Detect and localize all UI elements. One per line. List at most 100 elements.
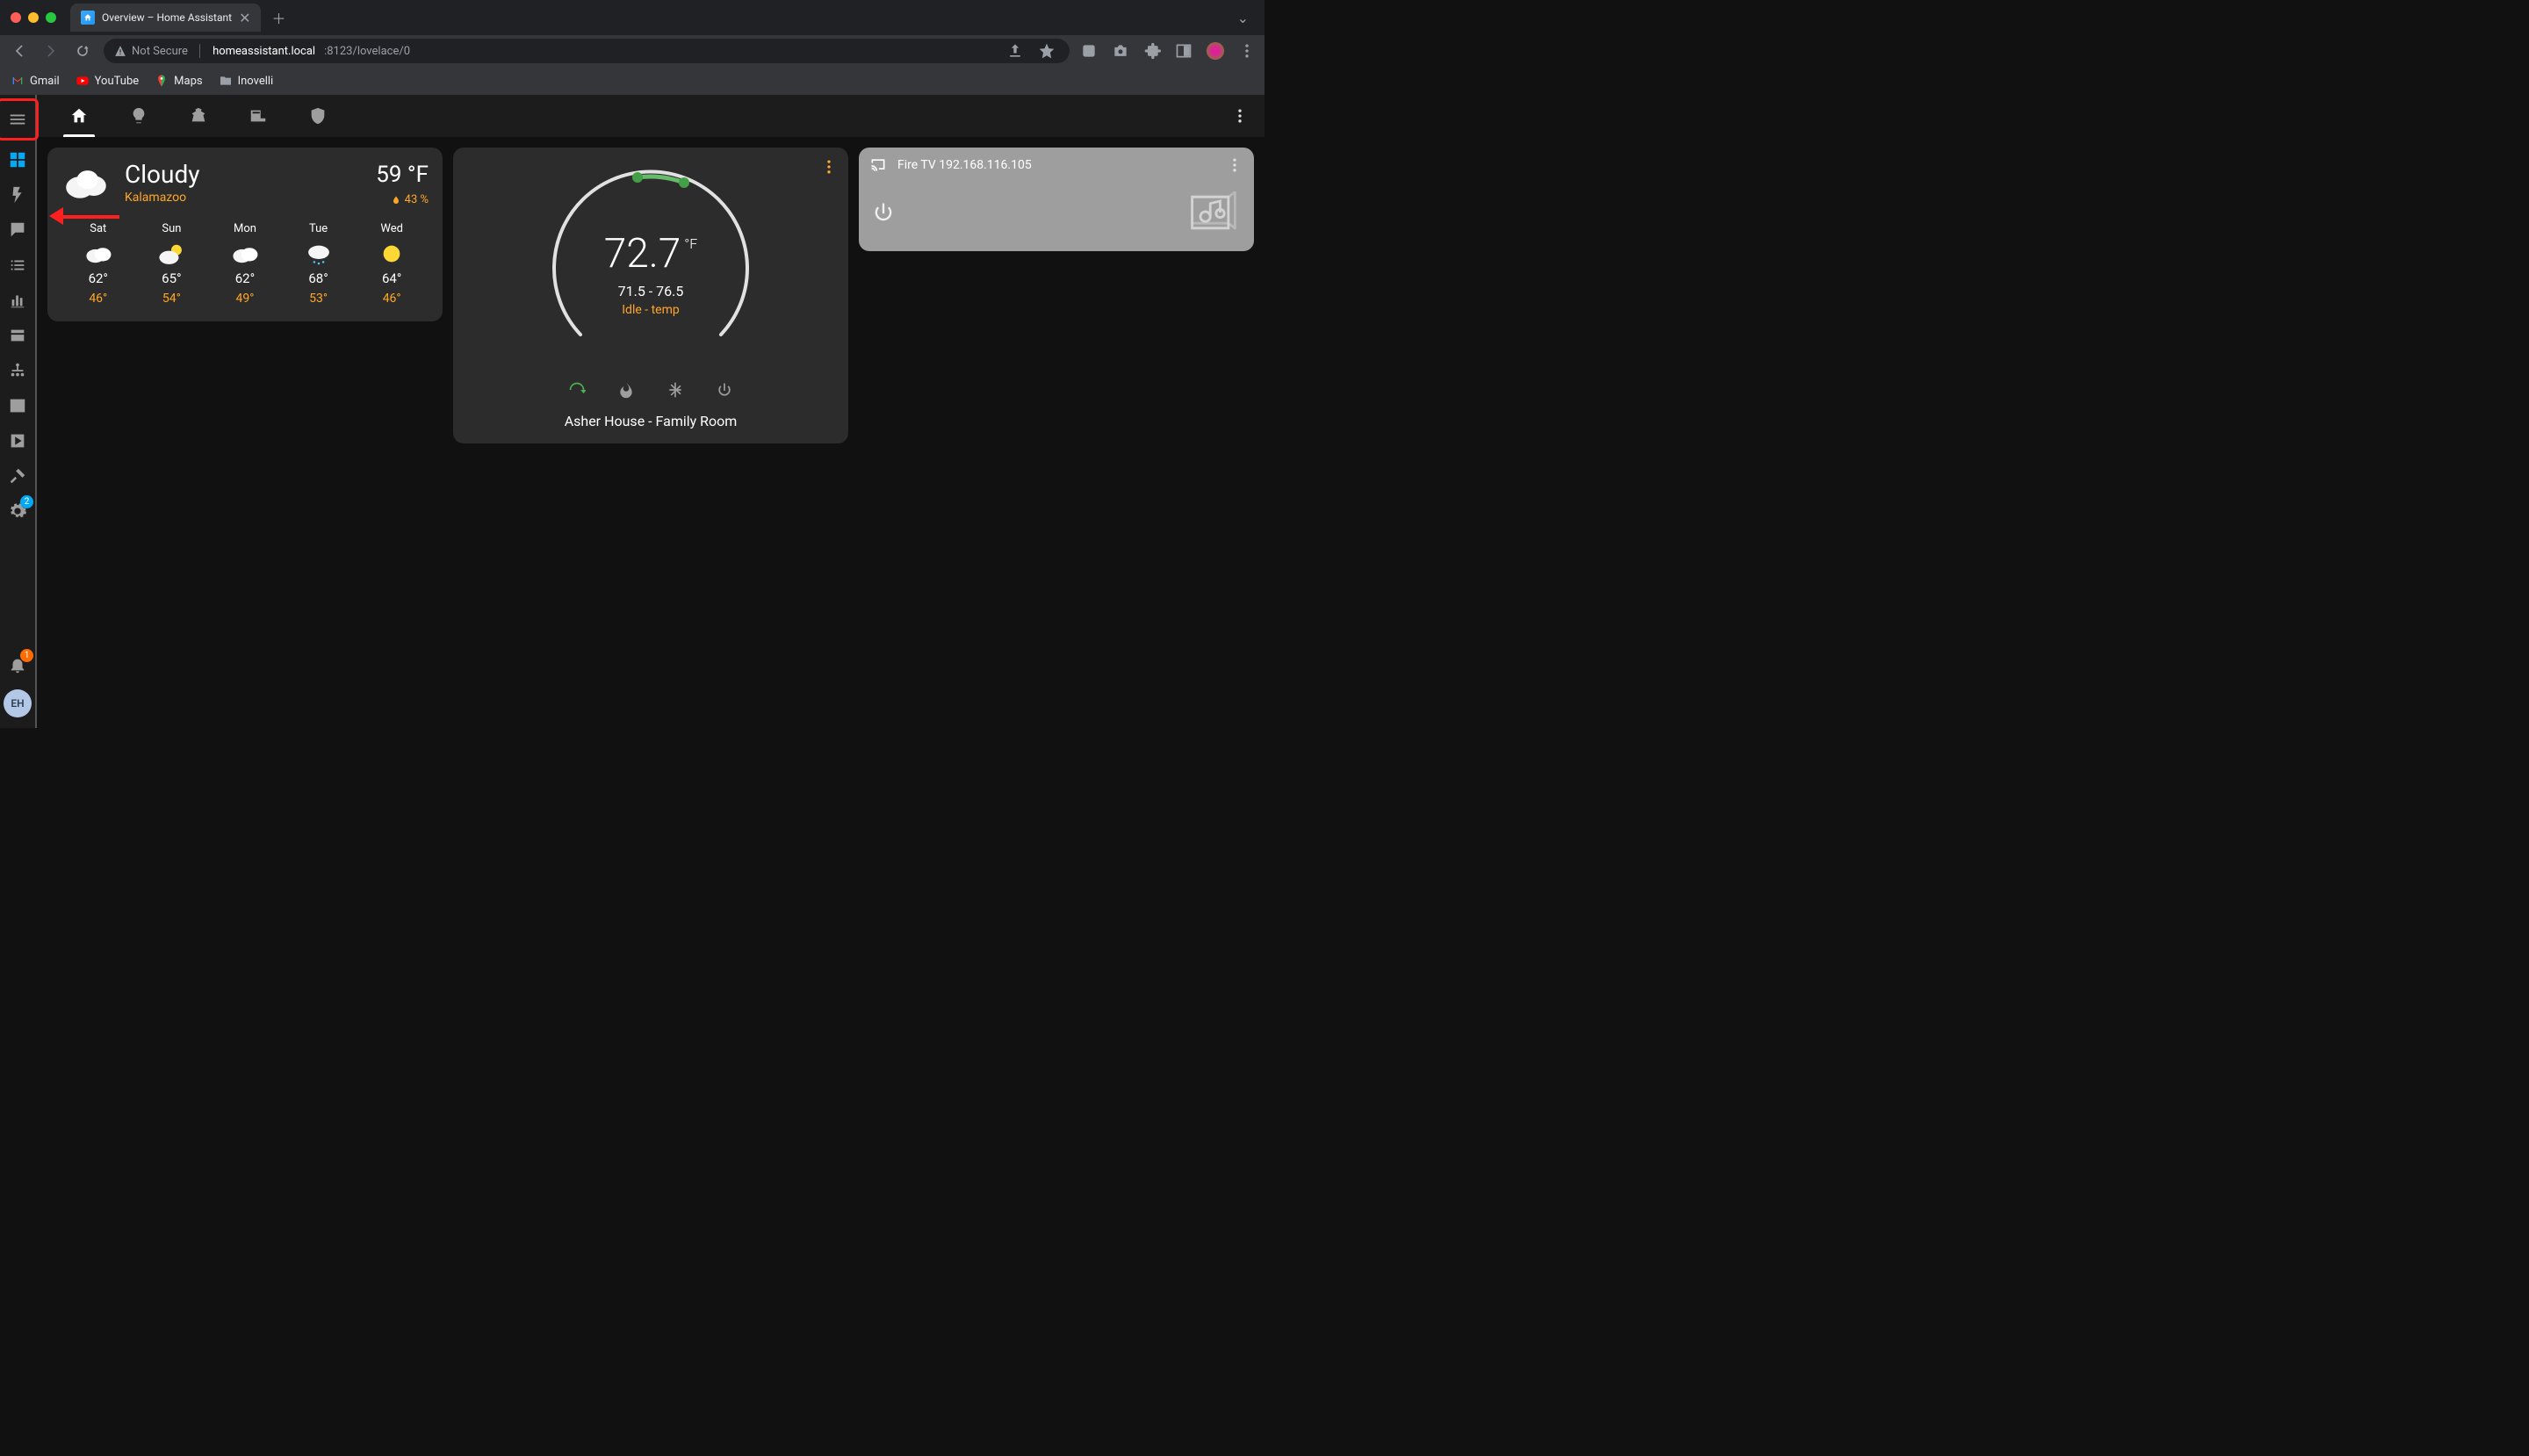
browser-toolbar: Not Secure │ homeassistant.local :8123/lo… [0, 35, 1264, 67]
weather-humidity: 43 % [376, 193, 429, 206]
thermostat-name: Asher House - Family Room [467, 413, 834, 429]
setpoint-high-handle [679, 177, 689, 188]
extensions-icon[interactable] [1143, 42, 1161, 60]
tab-lights[interactable] [118, 95, 160, 137]
not-secure-icon: Not Secure [114, 45, 188, 58]
forward-button[interactable] [40, 40, 61, 61]
forecast-day: Sun 65° 54° [135, 222, 209, 306]
sidebar-item-overview[interactable] [0, 142, 35, 177]
weather-condition: Cloudy [125, 162, 199, 187]
browser-tabbar: Overview – Home Assistant ✕ ＋ ⌄ [0, 0, 1264, 35]
weather-temp: 59 °F [376, 162, 429, 188]
sidebar-item-energy[interactable] [0, 177, 35, 213]
panel-icon[interactable] [1175, 42, 1192, 60]
forecast-day: Wed 64° 46° [355, 222, 429, 306]
profile-avatar-icon[interactable] [1207, 42, 1224, 60]
bookmark-label: Inovelli [238, 75, 274, 88]
not-secure-label: Not Secure [132, 45, 188, 58]
bookmark-youtube[interactable]: YouTube [76, 74, 140, 88]
tab-alarm[interactable] [177, 95, 220, 137]
sidebar-item-zwave[interactable] [0, 353, 35, 388]
thermostat-range: 71.5 - 76.5 [541, 283, 760, 299]
tabs-dropdown-icon[interactable]: ⌄ [1228, 10, 1257, 26]
address-bar[interactable]: Not Secure │ homeassistant.local :8123/lo… [104, 39, 1070, 63]
gmail-icon [11, 74, 25, 88]
address-separator: │ [197, 44, 204, 58]
browser-tab[interactable]: Overview – Home Assistant ✕ [70, 4, 261, 32]
ha-favicon-icon [81, 11, 95, 25]
address-path: :8123/lovelace/0 [324, 45, 410, 58]
minimize-window-icon[interactable] [28, 12, 39, 23]
sunny-icon [377, 241, 407, 267]
main-panel: Cloudy Kalamazoo 59 °F 43 % [37, 95, 1264, 728]
tab-security[interactable] [297, 95, 339, 137]
tab-title: Overview – Home Assistant [102, 11, 232, 24]
sidebar-item-hacs[interactable] [0, 318, 35, 353]
bookmark-label: YouTube [95, 75, 140, 88]
bookmark-inovelli[interactable]: Inovelli [219, 74, 274, 88]
thermostat-card[interactable]: 72.7°F 71.5 - 76.5 Idle - temp Asher Hou… [453, 148, 848, 443]
new-tab-button[interactable]: ＋ [268, 4, 289, 32]
forecast-day: Sat 62° 46° [61, 222, 135, 306]
partly-cloudy-icon [156, 241, 186, 267]
thermostat-mode: Idle - temp [541, 303, 760, 317]
sidebar-item-map[interactable] [0, 213, 35, 248]
dashboard-header [37, 95, 1264, 137]
home-assistant-app: 2 1 EH [0, 95, 1264, 728]
back-button[interactable] [9, 40, 30, 61]
forecast-day: Tue 68° 53° [282, 222, 356, 306]
notifications-badge: 1 [20, 649, 33, 662]
close-tab-icon[interactable]: ✕ [239, 10, 250, 26]
dashboard-menu-button[interactable] [1222, 98, 1257, 133]
cloudy-icon [83, 241, 113, 267]
extension-icon[interactable] [1080, 42, 1098, 60]
dashboard-tabs [37, 95, 360, 137]
thermostat-dial[interactable]: 72.7°F 71.5 - 76.5 Idle - temp [541, 163, 760, 374]
camera-icon[interactable] [1112, 42, 1129, 60]
cloudy-icon [230, 241, 260, 267]
bookmark-label: Gmail [30, 75, 60, 88]
dashboard-content: Cloudy Kalamazoo 59 °F 43 % [37, 137, 1264, 728]
weather-forecast: Sat 62° 46° Sun 65° 54° Mon [61, 222, 429, 306]
sidebar-item-media[interactable] [0, 423, 35, 458]
sidebar-item-settings[interactable]: 2 [0, 494, 35, 529]
bookmark-label: Maps [174, 75, 202, 88]
address-host: homeassistant.local [213, 45, 315, 58]
bookmark-star-icon[interactable] [1038, 42, 1056, 60]
sidebar-item-notifications[interactable]: 1 [0, 647, 35, 682]
sidebar-item-history[interactable] [0, 283, 35, 318]
sidebar-item-devtools[interactable] [0, 458, 35, 494]
weather-card[interactable]: Cloudy Kalamazoo 59 °F 43 % [47, 148, 443, 321]
settings-badge: 2 [20, 495, 33, 508]
card-menu-icon[interactable] [820, 158, 838, 176]
media-name: Fire TV 192.168.116.105 [897, 158, 1215, 172]
bookmarks-bar: Gmail YouTube Maps Inovelli [0, 67, 1264, 95]
cloudy-icon [61, 162, 111, 205]
sidebar-item-logbook[interactable] [0, 248, 35, 283]
media-art-icon [1185, 191, 1242, 234]
cast-icon [869, 156, 887, 174]
tab-home[interactable] [58, 95, 100, 137]
tab-devices[interactable] [237, 95, 279, 137]
media-card[interactable]: Fire TV 192.168.116.105 [859, 148, 1254, 251]
share-icon[interactable] [1006, 42, 1024, 60]
sidebar: 2 1 EH [0, 95, 35, 728]
reload-button[interactable] [72, 40, 93, 61]
maps-icon [155, 74, 169, 88]
bookmark-gmail[interactable]: Gmail [11, 74, 60, 88]
annotation-highlight [0, 98, 39, 141]
maximize-window-icon[interactable] [46, 12, 56, 23]
sidebar-item-terminal[interactable] [0, 388, 35, 423]
card-menu-icon[interactable] [1226, 156, 1243, 174]
close-window-icon[interactable] [11, 12, 21, 23]
bookmark-maps[interactable]: Maps [155, 74, 202, 88]
user-avatar[interactable]: EH [4, 689, 32, 717]
forecast-day: Mon 62° 49° [208, 222, 282, 306]
weather-location: Kalamazoo [125, 191, 199, 205]
rainy-icon [304, 241, 334, 267]
window-controls [11, 12, 56, 23]
media-power-button[interactable] [871, 200, 896, 225]
browser-menu-icon[interactable] [1238, 42, 1256, 60]
youtube-icon [76, 74, 90, 88]
thermostat-current-temp: 72.7°F [604, 230, 698, 278]
